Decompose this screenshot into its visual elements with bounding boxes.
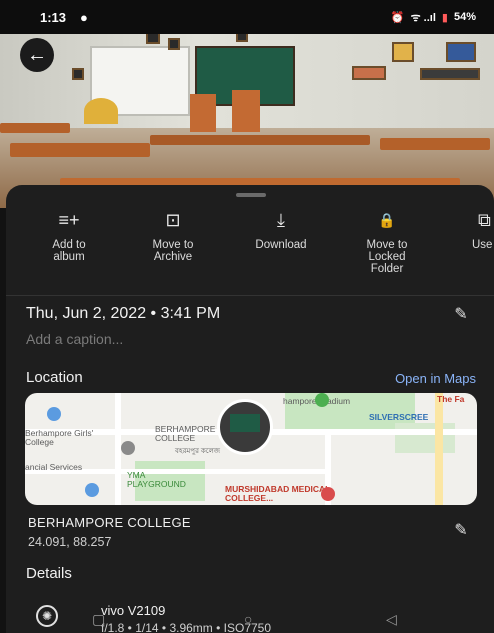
map-pin: [315, 393, 329, 407]
map-park: [395, 423, 455, 453]
map-pin: [321, 487, 335, 501]
caption-input[interactable]: Add a caption...: [26, 331, 123, 347]
battery-icon: ▮: [441, 11, 448, 24]
photo-date: Thu, Jun 2, 2022 • 3:41 PM: [26, 305, 221, 322]
drag-handle[interactable]: [236, 193, 266, 197]
map-pin: [121, 441, 135, 455]
archive-icon: ⊡: [165, 209, 181, 230]
notification-icon: ●: [80, 9, 88, 25]
desk: [0, 123, 70, 133]
home-icon[interactable]: ○: [244, 611, 252, 627]
map-pin: [85, 483, 99, 497]
map-road: [435, 393, 443, 505]
action-label: Move to Archive: [152, 239, 194, 263]
photo-location-marker: [217, 399, 273, 455]
map-label: Berhampore Girls' College: [25, 428, 94, 447]
desk: [150, 135, 370, 145]
divider: [6, 295, 494, 296]
download-button[interactable]: ⤓ Download: [236, 207, 326, 252]
wall-frame: [72, 68, 84, 80]
pencil-icon: ✎: [454, 522, 468, 539]
location-map[interactable]: hampore Stadium The Fa SILVERSCREE BERHA…: [25, 393, 477, 505]
use-as-button[interactable]: ⧉ Use: [454, 207, 494, 252]
map-pin: [47, 407, 61, 421]
lock-icon: 🔒: [378, 211, 396, 228]
wall-frame: [168, 38, 180, 50]
action-label: Use: [472, 239, 493, 251]
wall-frame: [446, 42, 476, 62]
chair: [232, 90, 260, 132]
add-to-album-button[interactable]: ≡+ Add to album: [24, 207, 114, 264]
alarm-icon: ⏰: [390, 11, 405, 24]
open-with-icon: ⧉: [478, 209, 491, 230]
status-time: 1:13: [40, 9, 67, 25]
photo-preview[interactable]: [0, 28, 494, 208]
map-label: BERHAMPORE COLLEGE: [155, 424, 216, 443]
wall-frame: [420, 68, 480, 80]
playlist-add-icon: ≡+: [58, 209, 80, 230]
status-right: ⏰ ᯤ ..ıl ▮ 54%: [391, 10, 476, 25]
details-title: Details: [26, 565, 72, 582]
pencil-icon: ✎: [454, 306, 468, 323]
wall-frame: [392, 42, 414, 62]
move-to-locked-folder-button[interactable]: 🔒 Move to Locked Folder: [342, 207, 432, 276]
battery-level: 54%: [453, 11, 476, 23]
wall-frame: [352, 66, 386, 80]
coordinates: 24.091, 88.257: [28, 535, 112, 549]
edit-location-button[interactable]: ✎: [450, 519, 472, 541]
action-row: ≡+ Add to album ⊡ Move to Archive ⤓ Down…: [6, 207, 494, 287]
download-icon: ⤓: [277, 209, 285, 230]
open-in-maps-link[interactable]: Open in Maps: [395, 371, 476, 386]
move-to-archive-button[interactable]: ⊡ Move to Archive: [128, 207, 218, 264]
action-label: Download: [255, 239, 307, 251]
decoration: [84, 98, 118, 124]
signal-icon: ᯤ ..ıl: [410, 11, 436, 24]
recents-icon[interactable]: ▢: [92, 611, 105, 628]
location-title: Location: [26, 369, 83, 386]
map-label: ancial Services: [25, 462, 83, 472]
map-label: SILVERSCREE: [369, 412, 429, 422]
action-label: Move to Locked Folder: [366, 239, 408, 275]
desk: [10, 143, 150, 157]
desk: [380, 138, 490, 150]
info-sheet: ≡+ Add to album ⊡ Move to Archive ⤓ Down…: [6, 185, 494, 633]
status-bar: 1:13 ● ⏰ ᯤ ..ıl ▮ 54%: [0, 0, 494, 34]
map-label: বহরমপুর কলেজ: [175, 448, 221, 455]
arrow-left-icon: ←: [27, 43, 47, 66]
place-name: BERHAMPORE COLLEGE: [28, 515, 191, 530]
map-label: YMA PLAYGROUND: [127, 470, 186, 489]
chair: [190, 94, 216, 132]
edit-date-button[interactable]: ✎: [450, 303, 472, 325]
back-nav-icon[interactable]: ◁: [386, 611, 397, 628]
action-label: Add to album: [52, 239, 86, 263]
back-button[interactable]: ←: [20, 38, 54, 72]
navigation-bar: ▢ ○ ◁: [0, 611, 494, 633]
map-label: The Fa: [437, 394, 465, 404]
